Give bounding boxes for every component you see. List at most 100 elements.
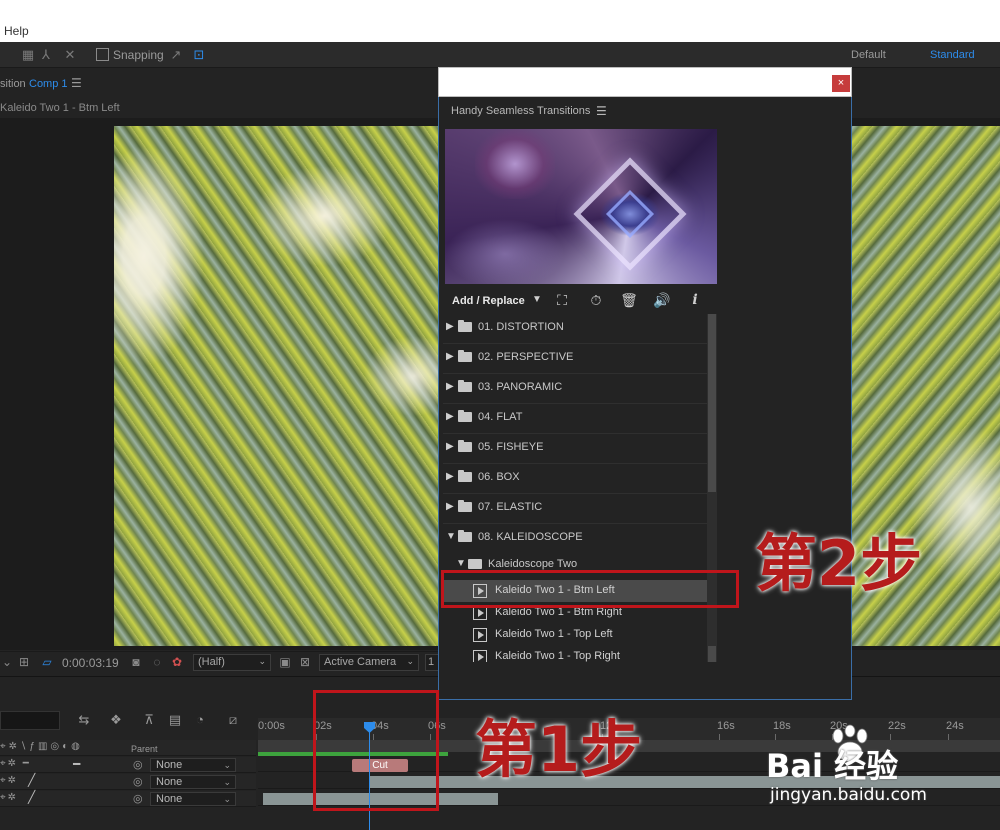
snap-edges-icon[interactable]: ↗ [168, 47, 184, 63]
transparency-grid-icon[interactable]: ⊠ [298, 655, 312, 669]
parent-select[interactable]: None ⌄ [150, 775, 236, 789]
view-value: 1 [428, 656, 435, 668]
viewer-timecode[interactable]: 0:00:03:19 [62, 656, 119, 670]
collapse-arrow-icon[interactable]: ▼ [446, 531, 456, 542]
transition-item-label: Kaleido Two 1 - Top Left [495, 628, 613, 640]
layer-breadcrumb[interactable]: Kaleido Two 1 - Btm Left [0, 102, 120, 114]
speaker-icon[interactable]: 🔊 [653, 291, 671, 309]
folder-icon [458, 440, 472, 452]
puppet-tool-icon[interactable]: ⅄ [38, 47, 54, 63]
expand-arrow-icon[interactable]: ▶ [446, 351, 454, 362]
add-replace-dropdown-icon[interactable]: ▼ [532, 294, 542, 305]
timeline-column-headers: ⌖✲∖ƒ▥◎◐◍ [0, 740, 256, 756]
watermark-brand: Bai 经验 [766, 747, 899, 785]
composition-tab-name[interactable]: Comp 1 [29, 78, 68, 90]
folder-flat[interactable]: ▶ 04. FLAT [443, 404, 707, 434]
grid-icon[interactable]: ⊞ [17, 655, 31, 669]
expand-arrow-icon[interactable]: ▶ [446, 321, 454, 332]
folder-fisheye[interactable]: ▶ 05. FISHEYE [443, 434, 707, 464]
snapping-checkbox[interactable] [96, 48, 109, 61]
layer-switches[interactable]: ⌖✲ [0, 775, 18, 786]
expand-arrow-icon[interactable]: ▶ [446, 381, 454, 392]
plugin-panel-menu-icon[interactable]: ☰ [596, 104, 607, 118]
folder-panoramic[interactable]: ▶ 03. PANORAMIC [443, 374, 707, 404]
expand-arrow-icon[interactable]: ▶ [446, 501, 454, 512]
time-tick: 0:00s [258, 720, 285, 732]
timeline-layer-row[interactable]: ⌖✲ ━ ━ ◎ None ⌄ [0, 757, 256, 773]
step1-label: 第1步 [475, 713, 643, 786]
folder-icon [458, 380, 472, 392]
preview-glow [475, 129, 555, 199]
camera-value: Active Camera [324, 656, 397, 668]
parent-pickwhip-icon[interactable]: ◎ [133, 775, 143, 788]
dialog-close-button[interactable]: × [832, 75, 850, 92]
shy-layers-icon[interactable]: ⊼ [141, 712, 157, 728]
folder-label: 05. FISHEYE [478, 441, 544, 453]
folder-label: 07. ELASTIC [478, 501, 543, 513]
parent-pickwhip-icon[interactable]: ◎ [133, 792, 143, 805]
timeline-search-input[interactable] [0, 711, 60, 730]
quality-switch-icon[interactable]: ╱ [28, 790, 35, 804]
color-channels-icon[interactable]: ✿ [170, 655, 184, 669]
add-replace-button[interactable]: Add / Replace [452, 295, 525, 307]
parent-select[interactable]: None ⌄ [150, 792, 236, 806]
transition-preview [445, 129, 717, 284]
timeline-layer-row[interactable]: ⌖✲ ╱ ◎ None ⌄ [0, 773, 256, 790]
folder-elastic[interactable]: ▶ 07. ELASTIC [443, 494, 707, 524]
resolution-value: (Half) [198, 656, 225, 668]
folder-label: 06. BOX [478, 471, 520, 483]
align-tool-icon[interactable]: ▦ [20, 47, 36, 63]
expand-arrow-icon[interactable]: ▶ [446, 411, 454, 422]
info-icon[interactable]: i [686, 291, 704, 309]
transition-item-top-right[interactable]: Kaleido Two 1 - Top Right [443, 646, 707, 662]
transition-item-top-left[interactable]: Kaleido Two 1 - Top Left [443, 624, 707, 646]
collapse-arrow-icon[interactable]: ▼ [456, 558, 466, 569]
fit-icon[interactable]: ⛶ [553, 291, 571, 309]
transition-item-label: Kaleido Two 1 - Top Right [495, 650, 620, 662]
view-select[interactable]: 1 [425, 654, 439, 671]
camera-icon[interactable]: ◙ [129, 655, 143, 669]
snap-target-icon[interactable]: ⊡ [191, 47, 207, 63]
folder-box[interactable]: ▶ 06. BOX [443, 464, 707, 494]
time-tick: 18s [773, 720, 791, 732]
scrollbar-thumb[interactable] [708, 314, 716, 492]
layer-switches[interactable]: ⌖✲ ━ [0, 758, 31, 769]
workspace-standard[interactable]: Standard [930, 49, 975, 61]
pin-tool-icon[interactable]: ✕ [62, 47, 78, 63]
scrollbar-thumb-lower[interactable] [708, 646, 716, 662]
stopwatch-icon[interactable]: ⏱ [587, 291, 605, 309]
parent-select[interactable]: None ⌄ [150, 758, 236, 772]
expand-arrow-icon[interactable]: ▶ [446, 471, 454, 482]
snapping-label: Snapping [113, 48, 164, 62]
folder-icon [468, 559, 482, 569]
step1-highlight-box [313, 690, 439, 811]
folder-kaleidoscope[interactable]: ▼ 08. KALEIDOSCOPE [443, 524, 707, 554]
camera-select[interactable]: Active Camera ⌄ [319, 654, 419, 671]
frame-blending-icon[interactable]: ▤ [167, 712, 183, 728]
parent-pickwhip-icon[interactable]: ◎ [133, 758, 143, 771]
trash-icon[interactable]: 🗑 [620, 291, 638, 309]
magnification-arrow-icon[interactable]: ⌄ [0, 655, 14, 669]
dialog-titlebar[interactable] [438, 67, 852, 97]
motion-blur-icon[interactable]: ◔ [192, 712, 208, 728]
folder-icon [458, 410, 472, 422]
expand-arrow-icon[interactable]: ▶ [446, 441, 454, 452]
graph-editor-icon[interactable]: ⧄ [225, 712, 241, 728]
composition-menu-icon[interactable]: ☰ [71, 76, 82, 90]
resolution-select[interactable]: (Half) ⌄ [193, 654, 271, 671]
timeline-layer-row[interactable]: ⌖✲ ╱ ◎ None ⌄ [0, 790, 256, 807]
folder-label: 04. FLAT [478, 411, 523, 423]
menu-help[interactable]: Help [4, 24, 29, 38]
draft-3d-icon[interactable]: ❖ [108, 712, 124, 728]
folder-perspective[interactable]: ▶ 02. PERSPECTIVE [443, 344, 707, 374]
channel-icon[interactable]: ◌ [150, 655, 164, 669]
folder-icon [458, 530, 472, 542]
mask-visibility-icon[interactable]: ▱ [40, 655, 54, 669]
menu-bar: Help [0, 0, 1000, 42]
folder-distortion[interactable]: ▶ 01. DISTORTION [443, 314, 707, 344]
region-of-interest-icon[interactable]: ▣ [278, 655, 292, 669]
workspace-default[interactable]: Default [851, 49, 886, 61]
layer-switches[interactable]: ⌖✲ [0, 792, 18, 803]
quality-switch-icon[interactable]: ╱ [28, 773, 35, 787]
comp-mini-flowchart-icon[interactable]: ⇆ [76, 712, 92, 728]
